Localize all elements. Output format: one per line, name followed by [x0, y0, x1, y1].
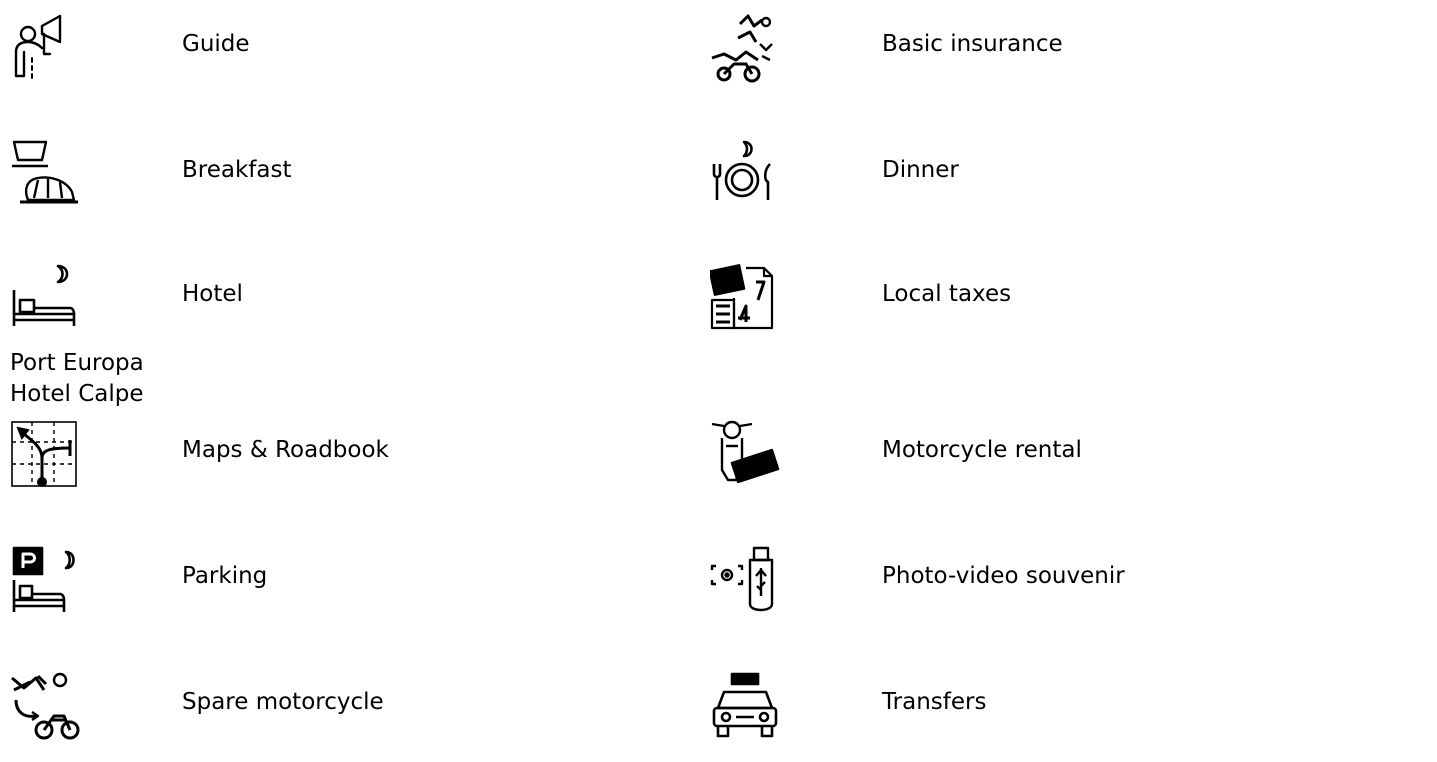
inclusion-item-hotel: Hotel Port Europa Hotel Calpe: [10, 264, 710, 407]
breakfast-cup-croissant-icon: [10, 140, 80, 210]
inclusion-label: Spare motorcycle: [182, 689, 384, 715]
inclusion-item-spare-motorcycle: Spare motorcycle: [10, 672, 710, 762]
inclusion-item-photo-video: Photo-video souvenir: [710, 546, 1410, 636]
dinner-plate-cutlery-icon: [710, 140, 780, 210]
inclusion-label: Guide: [182, 31, 250, 57]
inclusion-item-guide: Guide: [10, 14, 710, 104]
inclusion-item-maps: Maps & Roadbook: [10, 420, 710, 510]
motorcycle-rental-icon: [710, 420, 780, 490]
inclusion-label: Maps & Roadbook: [182, 437, 389, 463]
tax-included-icon: [710, 264, 780, 334]
insurance-crash-icon: [710, 14, 780, 84]
inclusion-label: Dinner: [882, 157, 959, 183]
map-route-icon: [10, 420, 80, 490]
inclusion-item-breakfast: Breakfast: [10, 140, 710, 230]
usb-camera-icon: [710, 546, 780, 616]
inclusion-item-motorcycle-rental: Motorcycle rental: [710, 420, 1410, 510]
inclusion-item-dinner: Dinner: [710, 140, 1410, 230]
hotel-bed-moon-icon: [10, 264, 80, 334]
inclusion-item-transfers: Transfers: [710, 672, 1410, 762]
spare-motorcycle-icon: [10, 672, 80, 742]
guide-megaphone-icon: [10, 14, 80, 84]
inclusion-label: Hotel: [182, 281, 243, 307]
inclusion-label: Basic insurance: [882, 31, 1063, 57]
inclusion-label: Motorcycle rental: [882, 437, 1082, 463]
parking-bed-moon-icon: [10, 546, 80, 616]
inclusion-label: Breakfast: [182, 157, 292, 183]
inclusion-label: Local taxes: [882, 281, 1012, 307]
inclusion-item-parking: Parking: [10, 546, 710, 636]
hotel-name: Port Europa Hotel Calpe: [10, 350, 144, 407]
inclusion-label: Transfers: [882, 689, 987, 715]
inclusion-item-basic-insurance: Basic insurance: [710, 14, 1410, 104]
taxi-icon: [710, 672, 780, 742]
inclusion-item-local-taxes: Local taxes: [710, 264, 1410, 354]
inclusion-label: Photo-video souvenir: [882, 563, 1125, 589]
inclusion-label: Parking: [182, 563, 268, 589]
